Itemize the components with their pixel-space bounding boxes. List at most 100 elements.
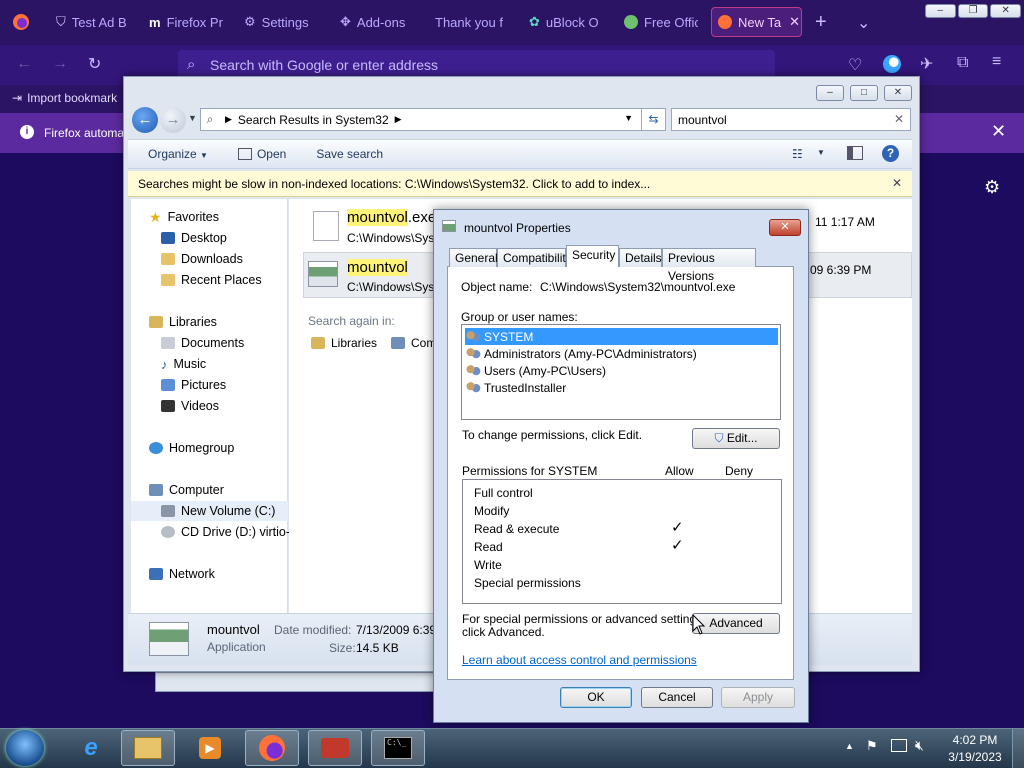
chevron-down-icon: ▼ xyxy=(200,151,208,160)
search-input[interactable]: mountvol xyxy=(678,113,727,127)
list-item[interactable]: Administrators (Amy-PC\Administrators) xyxy=(465,345,697,362)
nav-videos[interactable]: Videos xyxy=(161,396,219,416)
nav-computer[interactable]: Computer xyxy=(149,480,224,500)
firefox-menu-icon[interactable] xyxy=(12,13,30,34)
ok-button[interactable]: OK xyxy=(560,687,632,708)
pocket-icon[interactable]: ♡ xyxy=(848,55,862,75)
tab-security[interactable]: Security xyxy=(566,245,619,267)
gear-icon[interactable]: ⚙ xyxy=(984,177,1000,198)
breadcrumb[interactable]: Search Results in System32 xyxy=(238,113,389,127)
new-tab-plus-icon[interactable]: + xyxy=(815,11,827,34)
taskbar-toolbox[interactable] xyxy=(308,730,362,766)
tab-general[interactable]: General xyxy=(449,248,498,267)
cancel-button[interactable]: Cancel xyxy=(641,687,713,708)
apply-button[interactable]: Apply xyxy=(721,687,795,708)
minimize-icon[interactable]: – xyxy=(925,4,956,18)
views-chevron-icon[interactable]: ▼ xyxy=(817,148,825,157)
refresh-icon[interactable]: ⇆ xyxy=(641,109,665,130)
close-icon[interactable]: ✕ xyxy=(990,4,1022,18)
account-icon[interactable] xyxy=(883,55,901,73)
reload-icon[interactable]: ↻ xyxy=(88,54,101,74)
tab-addons[interactable]: ✥ Add-ons xyxy=(334,7,414,37)
restore-icon[interactable]: ❐ xyxy=(957,4,989,18)
search-again-computer[interactable]: Com xyxy=(391,336,436,350)
back-arrow-icon[interactable]: ← xyxy=(16,55,32,73)
nav-homegroup[interactable]: Homegroup xyxy=(149,438,234,458)
taskbar-media-player[interactable]: ▶ xyxy=(183,730,237,766)
group-names-list[interactable]: SYSTEM Administrators (Amy-PC\Administra… xyxy=(461,324,781,420)
close-notification-icon[interactable]: ✕ xyxy=(991,121,1006,142)
list-item[interactable]: Users (Amy-PC\Users) xyxy=(465,362,606,379)
nav-network[interactable]: Network xyxy=(149,564,215,584)
nav-documents[interactable]: Documents xyxy=(161,333,244,353)
tab-compatibility[interactable]: Compatibility xyxy=(497,248,572,267)
back-button-icon[interactable]: ← xyxy=(132,107,158,133)
show-desktop-button[interactable] xyxy=(1012,729,1024,768)
taskbar-explorer[interactable] xyxy=(121,730,175,766)
organize-button[interactable]: Organize ▼ xyxy=(148,147,208,161)
extensions-puzzle-icon[interactable]: ⧉ xyxy=(957,54,968,72)
tab-settings[interactable]: ⚙ Settings xyxy=(238,7,318,37)
clear-search-icon[interactable]: ✕ xyxy=(894,112,904,126)
taskbar-firefox[interactable] xyxy=(245,730,299,766)
nav-favorites[interactable]: ★ Favorites xyxy=(149,207,219,227)
close-tab-icon[interactable]: ✕ xyxy=(789,14,800,30)
help-icon[interactable]: ? xyxy=(882,145,899,162)
close-icon[interactable]: ✕ xyxy=(884,85,912,101)
taskbar-command-prompt[interactable]: C:\_ xyxy=(371,730,425,766)
list-item[interactable]: TrustedInstaller xyxy=(465,379,566,396)
close-icon[interactable]: ✕ xyxy=(769,219,801,236)
edit-button[interactable]: ⛉ Edit... xyxy=(692,428,780,449)
search-again-libraries[interactable]: Libraries xyxy=(311,336,377,350)
minimize-icon[interactable]: – xyxy=(816,85,844,101)
tab-firefox-privacy[interactable]: m Firefox Pr xyxy=(143,7,225,37)
tab-new-tab[interactable]: New Ta ✕ xyxy=(711,7,802,37)
nav-music[interactable]: ♪ Music xyxy=(161,354,206,374)
clock-time[interactable]: 4:02 PM xyxy=(946,733,1004,747)
save-search-button[interactable]: Save search xyxy=(316,147,383,161)
network-status-icon[interactable] xyxy=(891,739,907,752)
menu-hamburger-icon[interactable]: ≡ xyxy=(992,53,1001,71)
nav-recent-places[interactable]: Recent Places xyxy=(161,270,262,290)
open-button[interactable]: Open xyxy=(237,147,286,161)
maximize-icon[interactable]: □ xyxy=(850,85,878,101)
nav-pictures[interactable]: Pictures xyxy=(161,375,226,395)
forward-arrow-icon[interactable]: → xyxy=(52,55,68,73)
list-item[interactable]: SYSTEM xyxy=(464,327,779,346)
views-icon[interactable]: ☷ xyxy=(792,147,803,161)
tab-test-ad[interactable]: ⛉ Test Ad B xyxy=(50,7,130,37)
forward-button-icon[interactable]: → xyxy=(160,107,186,133)
import-bookmarks-item[interactable]: ⇥ Import bookmark xyxy=(12,91,117,105)
tab-free-office[interactable]: Free Offic xyxy=(618,7,698,37)
start-orb-icon[interactable] xyxy=(6,730,44,766)
clock-date[interactable]: 3/19/2023 xyxy=(941,750,1009,764)
action-center-flag-icon[interactable]: ⚑ xyxy=(866,738,878,754)
address-dropdown-icon[interactable]: ▼ xyxy=(624,113,633,123)
list-tabs-chevron-icon[interactable]: ⌄ xyxy=(857,13,870,33)
address-bar[interactable]: ⌕ ▶ Search Results in System32 ▶ ▼ ⇆ xyxy=(200,108,666,131)
application-icon xyxy=(308,261,338,287)
tab-previous-versions[interactable]: Previous Versions xyxy=(662,248,756,283)
nav-downloads[interactable]: Downloads xyxy=(161,249,243,269)
extension-icon[interactable]: ✈ xyxy=(920,54,933,74)
nav-libraries[interactable]: Libraries xyxy=(149,312,217,332)
tab-details[interactable]: Details xyxy=(619,248,662,267)
learn-permissions-link[interactable]: Learn about access control and permissio… xyxy=(462,653,697,667)
nav-desktop[interactable]: Desktop xyxy=(161,228,227,248)
recent-pages-chevron-icon[interactable]: ▼ xyxy=(188,113,197,123)
volume-muted-icon[interactable]: 🔇︎ xyxy=(915,737,924,754)
taskbar-internet-explorer[interactable]: e xyxy=(64,730,118,766)
index-info-bar[interactable]: Searches might be slow in non-indexed lo… xyxy=(128,171,912,197)
tab-thank-you[interactable]: Thank you f xyxy=(429,7,509,37)
breadcrumb-chevron-icon[interactable]: ▶ xyxy=(395,114,402,125)
show-hidden-icons-icon[interactable]: ▲ xyxy=(845,741,854,751)
nav-label: Videos xyxy=(181,399,219,413)
preview-pane-icon[interactable] xyxy=(847,146,863,160)
breadcrumb-chevron-icon[interactable]: ▶ xyxy=(225,114,232,125)
nav-new-volume[interactable]: New Volume (C:) xyxy=(131,501,288,521)
nav-cd-drive[interactable]: CD Drive (D:) virtio- xyxy=(161,522,290,542)
search-box[interactable]: mountvol ✕ xyxy=(671,108,911,131)
close-info-icon[interactable]: ✕ xyxy=(892,176,902,190)
tab-ublock[interactable]: ✿ uBlock O xyxy=(523,7,603,37)
network-icon xyxy=(149,568,163,580)
